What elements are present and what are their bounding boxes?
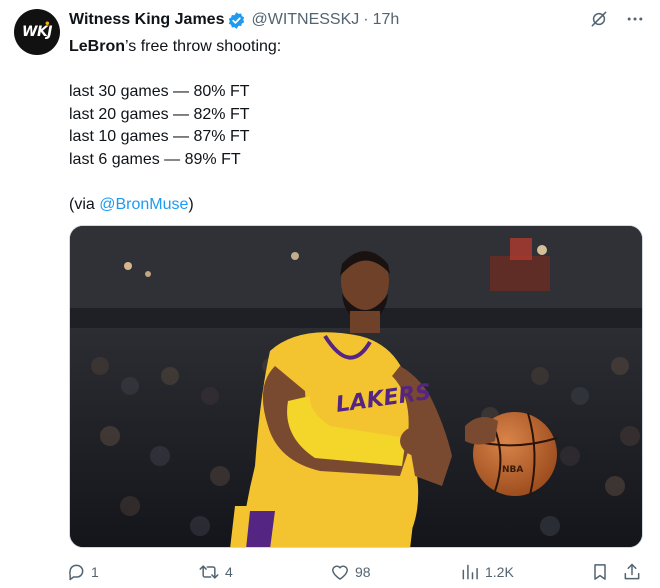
basketball-player-photo: LAKERS NBA — [70, 226, 642, 547]
like-count: 98 — [355, 564, 371, 580]
reply-button[interactable]: 1 — [66, 562, 99, 582]
via-line: (via @BronMuse) — [69, 194, 644, 217]
share-icon — [622, 562, 642, 582]
stat-line: last 20 games — 82% FT — [69, 105, 250, 123]
via-prefix: (via — [69, 195, 100, 213]
verified-badge-icon — [227, 11, 246, 30]
ball-text: NBA — [502, 465, 523, 475]
tweet-text: LeBron’s free throw shooting: last 30 ga… — [69, 36, 644, 216]
bookmark-button[interactable] — [590, 562, 610, 582]
retweet-count: 4 — [225, 564, 233, 580]
author-handle[interactable]: @WITNESSKJ — [251, 11, 359, 29]
share-button[interactable] — [622, 562, 642, 582]
reply-icon — [66, 562, 86, 582]
stat-line: last 10 games — 87% FT — [69, 128, 250, 145]
avatar-mark: • — [44, 19, 50, 30]
tweet-intro-rest: ’s free throw shooting: — [125, 38, 282, 55]
views-icon — [460, 562, 480, 582]
like-icon — [330, 562, 350, 582]
tweet-header: Witness King James @WITNESSKJ · 17h — [69, 8, 399, 32]
tweet-intro: LeBron’s free throw shooting: — [69, 36, 644, 59]
author-name[interactable]: Witness King James — [69, 11, 224, 29]
retweet-icon — [198, 562, 220, 582]
more-icon[interactable] — [624, 8, 646, 30]
via-suffix: ) — [188, 195, 194, 213]
views-button[interactable]: 1.2K — [460, 562, 514, 582]
bookmark-icon — [590, 562, 610, 582]
views-count: 1.2K — [485, 564, 514, 580]
tweet-actions: 1 4 98 1.2K — [62, 560, 650, 588]
header-actions — [588, 8, 646, 30]
stat-line: last 6 games — 89% FT — [69, 150, 241, 168]
reply-count: 1 — [91, 564, 99, 580]
tweet: WKJ • Witness King James @WITNESSKJ · 17… — [0, 0, 660, 588]
tweet-photo[interactable]: LAKERS NBA — [69, 225, 643, 548]
separator-dot: · — [363, 11, 369, 28]
tweet-intro-bold: LeBron — [69, 38, 125, 55]
grok-icon[interactable] — [588, 8, 610, 30]
avatar[interactable]: WKJ • — [14, 9, 60, 55]
tweet-timestamp[interactable]: 17h — [373, 11, 400, 29]
like-button[interactable]: 98 — [330, 562, 371, 582]
mention-link[interactable]: @BronMuse — [99, 196, 188, 213]
retweet-button[interactable]: 4 — [198, 562, 233, 582]
stat-line: last 30 games — 80% FT — [69, 83, 250, 100]
